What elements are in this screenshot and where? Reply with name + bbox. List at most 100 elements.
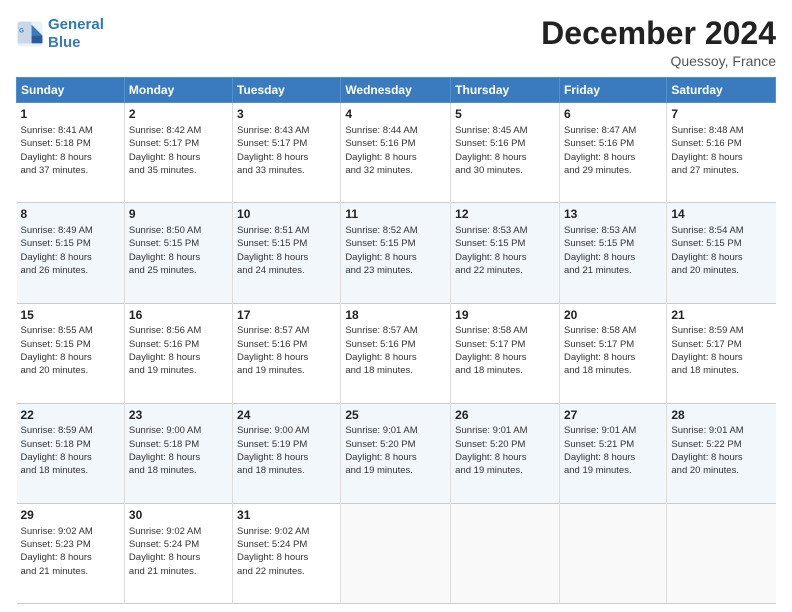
calendar-cell: 3Sunrise: 8:43 AMSunset: 5:17 PMDaylight… <box>233 103 341 203</box>
day-number: 12 <box>455 206 555 223</box>
cell-line: and 20 minutes. <box>21 364 120 377</box>
day-number: 26 <box>455 407 555 424</box>
calendar-cell: 30Sunrise: 9:02 AMSunset: 5:24 PMDayligh… <box>124 503 232 603</box>
cell-line: and 23 minutes. <box>345 264 446 277</box>
cell-line: and 18 minutes. <box>21 464 120 477</box>
cell-line: Sunset: 5:16 PM <box>345 137 446 150</box>
cell-line: Sunset: 5:18 PM <box>21 137 120 150</box>
cell-line: Sunset: 5:17 PM <box>129 137 228 150</box>
cell-line: Sunset: 5:19 PM <box>237 438 336 451</box>
col-header-wednesday: Wednesday <box>341 78 451 103</box>
calendar-cell: 1Sunrise: 8:41 AMSunset: 5:18 PMDaylight… <box>17 103 125 203</box>
cell-line: Sunset: 5:16 PM <box>237 338 336 351</box>
cell-line: Sunset: 5:17 PM <box>564 338 662 351</box>
cell-line: Sunset: 5:16 PM <box>564 137 662 150</box>
week-row-2: 8Sunrise: 8:49 AMSunset: 5:15 PMDaylight… <box>17 203 776 303</box>
cell-line: Sunrise: 8:51 AM <box>237 224 336 237</box>
cell-line: Daylight: 8 hours <box>671 351 771 364</box>
cell-line: Daylight: 8 hours <box>237 351 336 364</box>
cell-line: Daylight: 8 hours <box>129 351 228 364</box>
cell-line: Sunset: 5:22 PM <box>671 438 771 451</box>
cell-line: Daylight: 8 hours <box>455 351 555 364</box>
day-number: 13 <box>564 206 662 223</box>
cell-line: Sunrise: 8:53 AM <box>455 224 555 237</box>
cell-line: Sunset: 5:17 PM <box>671 338 771 351</box>
cell-line: Sunrise: 9:01 AM <box>455 424 555 437</box>
day-number: 19 <box>455 307 555 324</box>
day-number: 29 <box>21 507 120 524</box>
col-header-friday: Friday <box>559 78 666 103</box>
cell-line: and 30 minutes. <box>455 164 555 177</box>
cell-line: Sunset: 5:17 PM <box>237 137 336 150</box>
calendar-cell: 9Sunrise: 8:50 AMSunset: 5:15 PMDaylight… <box>124 203 232 303</box>
calendar-cell: 28Sunrise: 9:01 AMSunset: 5:22 PMDayligh… <box>667 403 776 503</box>
cell-line: Sunrise: 8:54 AM <box>671 224 771 237</box>
cell-line: Sunrise: 8:41 AM <box>21 124 120 137</box>
svg-text:G: G <box>19 27 24 34</box>
cell-line: Sunrise: 8:53 AM <box>564 224 662 237</box>
cell-line: Sunset: 5:18 PM <box>21 438 120 451</box>
logo: G General Blue <box>16 16 104 52</box>
col-header-thursday: Thursday <box>451 78 560 103</box>
cell-line: Daylight: 8 hours <box>345 151 446 164</box>
calendar-cell: 23Sunrise: 9:00 AMSunset: 5:18 PMDayligh… <box>124 403 232 503</box>
cell-line: Sunrise: 8:45 AM <box>455 124 555 137</box>
cell-line: Daylight: 8 hours <box>564 251 662 264</box>
logo-line2: Blue <box>48 34 81 51</box>
cell-line: and 21 minutes. <box>564 264 662 277</box>
calendar-cell: 25Sunrise: 9:01 AMSunset: 5:20 PMDayligh… <box>341 403 451 503</box>
cell-line: and 19 minutes. <box>455 464 555 477</box>
cell-line: and 26 minutes. <box>21 264 120 277</box>
day-number: 20 <box>564 307 662 324</box>
cell-line: Sunset: 5:17 PM <box>455 338 555 351</box>
logo-text: General Blue <box>48 16 104 52</box>
cell-line: and 18 minutes. <box>129 464 228 477</box>
calendar-cell: 4Sunrise: 8:44 AMSunset: 5:16 PMDaylight… <box>341 103 451 203</box>
calendar-cell <box>667 503 776 603</box>
cell-line: and 18 minutes. <box>345 364 446 377</box>
week-row-5: 29Sunrise: 9:02 AMSunset: 5:23 PMDayligh… <box>17 503 776 603</box>
cell-line: Sunrise: 8:57 AM <box>345 324 446 337</box>
cell-line: Daylight: 8 hours <box>129 551 228 564</box>
cell-line: Sunrise: 8:59 AM <box>21 424 120 437</box>
cell-line: Sunrise: 8:57 AM <box>237 324 336 337</box>
cell-line: Daylight: 8 hours <box>21 151 120 164</box>
cell-line: Sunset: 5:20 PM <box>455 438 555 451</box>
day-number: 22 <box>21 407 120 424</box>
cell-line: Sunrise: 8:56 AM <box>129 324 228 337</box>
calendar-cell: 5Sunrise: 8:45 AMSunset: 5:16 PMDaylight… <box>451 103 560 203</box>
calendar-cell <box>341 503 451 603</box>
calendar-cell: 22Sunrise: 8:59 AMSunset: 5:18 PMDayligh… <box>17 403 125 503</box>
col-header-monday: Monday <box>124 78 232 103</box>
day-number: 7 <box>671 106 771 123</box>
day-number: 24 <box>237 407 336 424</box>
col-header-tuesday: Tuesday <box>233 78 341 103</box>
cell-line: Sunrise: 8:44 AM <box>345 124 446 137</box>
calendar-cell: 27Sunrise: 9:01 AMSunset: 5:21 PMDayligh… <box>559 403 666 503</box>
cell-line: Sunset: 5:15 PM <box>455 237 555 250</box>
cell-line: Daylight: 8 hours <box>129 451 228 464</box>
cell-line: Sunset: 5:16 PM <box>129 338 228 351</box>
col-header-saturday: Saturday <box>667 78 776 103</box>
cell-line: and 25 minutes. <box>129 264 228 277</box>
day-number: 5 <box>455 106 555 123</box>
week-row-3: 15Sunrise: 8:55 AMSunset: 5:15 PMDayligh… <box>17 303 776 403</box>
calendar-cell: 14Sunrise: 8:54 AMSunset: 5:15 PMDayligh… <box>667 203 776 303</box>
cell-line: Daylight: 8 hours <box>21 551 120 564</box>
cell-line: and 19 minutes. <box>564 464 662 477</box>
page: G General Blue December 2024 Quessoy, Fr… <box>0 0 792 612</box>
calendar-cell: 19Sunrise: 8:58 AMSunset: 5:17 PMDayligh… <box>451 303 560 403</box>
cell-line: Sunset: 5:16 PM <box>345 338 446 351</box>
cell-line: Sunset: 5:20 PM <box>345 438 446 451</box>
day-number: 18 <box>345 307 446 324</box>
day-number: 30 <box>129 507 228 524</box>
day-number: 3 <box>237 106 336 123</box>
week-row-4: 22Sunrise: 8:59 AMSunset: 5:18 PM Dayligh… <box>17 403 776 503</box>
cell-line: Daylight: 8 hours <box>564 451 662 464</box>
day-number: 15 <box>21 307 120 324</box>
day-number: 2 <box>129 106 228 123</box>
day-number: 27 <box>564 407 662 424</box>
cell-line: Daylight: 8 hours <box>671 451 771 464</box>
col-header-sunday: Sunday <box>17 78 125 103</box>
cell-line: and 18 minutes. <box>455 364 555 377</box>
